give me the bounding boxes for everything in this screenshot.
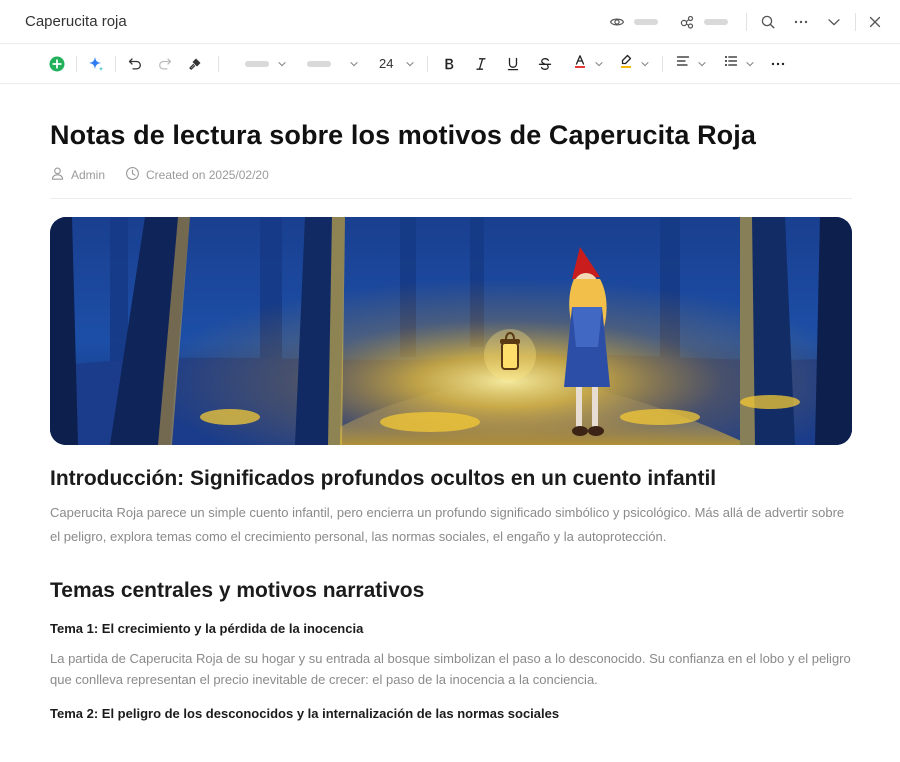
redo-button[interactable] bbox=[152, 51, 178, 77]
bold-button[interactable] bbox=[436, 51, 462, 77]
viewers-indicator[interactable] bbox=[606, 11, 658, 33]
theme2-heading[interactable]: Tema 2: El peligro de los desconocidos y… bbox=[50, 706, 852, 721]
share-placeholder bbox=[704, 18, 728, 25]
chevron-down-icon bbox=[745, 59, 755, 69]
highlight-color-dropdown[interactable] bbox=[612, 51, 656, 77]
theme1-heading[interactable]: Tema 1: El crecimiento y la pérdida de l… bbox=[50, 621, 852, 636]
toolbar-divider bbox=[76, 55, 77, 72]
titlebar-divider bbox=[746, 12, 747, 31]
close-icon[interactable] bbox=[864, 11, 886, 33]
toolbar-divider bbox=[115, 55, 116, 72]
share-icon bbox=[676, 11, 698, 33]
intro-paragraph[interactable]: Caperucita Roja parece un simple cuento … bbox=[50, 501, 852, 549]
author-info: Admin bbox=[50, 166, 105, 184]
toolbar-divider bbox=[427, 55, 429, 72]
undo-button[interactable] bbox=[122, 51, 148, 77]
chevron-down-icon bbox=[349, 59, 359, 69]
italic-button[interactable] bbox=[468, 51, 494, 77]
formatting-toolbar: 24 bbox=[0, 44, 900, 84]
toolbar-divider bbox=[662, 55, 664, 72]
more-tools-icon[interactable] bbox=[765, 51, 791, 77]
editor-window: Caperucita roja 24 Notas de lectura sobr… bbox=[0, 0, 900, 762]
themes-heading[interactable]: Temas centrales y motivos narrativos bbox=[50, 579, 852, 603]
clock-icon bbox=[125, 166, 140, 184]
chevron-down-icon[interactable] bbox=[823, 11, 845, 33]
bulleted-list-icon bbox=[723, 53, 739, 74]
font-size-value: 24 bbox=[379, 56, 394, 71]
viewers-placeholder bbox=[634, 18, 658, 25]
list-dropdown[interactable] bbox=[717, 51, 761, 77]
eye-icon bbox=[606, 11, 628, 33]
chevron-down-icon bbox=[640, 59, 650, 69]
ai-assistant-button[interactable] bbox=[83, 51, 109, 77]
font-family-dropdown[interactable] bbox=[301, 51, 365, 77]
insert-button[interactable] bbox=[44, 51, 70, 77]
user-icon bbox=[50, 166, 65, 184]
highlighter-icon bbox=[618, 53, 634, 74]
created-date: Created on 2025/02/20 bbox=[146, 168, 269, 182]
hero-image[interactable] bbox=[50, 217, 852, 445]
titlebar-divider-2 bbox=[855, 12, 856, 31]
chevron-down-icon bbox=[697, 59, 707, 69]
search-icon[interactable] bbox=[757, 11, 779, 33]
more-options-icon[interactable] bbox=[790, 11, 812, 33]
underline-button[interactable] bbox=[500, 51, 526, 77]
font-color-dropdown[interactable] bbox=[566, 51, 610, 77]
chevron-down-icon bbox=[405, 59, 415, 69]
chevron-down-icon bbox=[277, 59, 287, 69]
theme1-paragraph[interactable]: La partida de Caperucita Roja de su hoga… bbox=[50, 648, 852, 690]
font-family-placeholder bbox=[307, 60, 331, 67]
article-meta: Admin Created on 2025/02/20 bbox=[50, 166, 852, 199]
format-painter-button[interactable] bbox=[182, 51, 208, 77]
intro-heading[interactable]: Introducción: Significados profundos ocu… bbox=[50, 467, 852, 491]
author-name: Admin bbox=[71, 168, 106, 182]
document-title[interactable]: Caperucita roja bbox=[25, 13, 606, 30]
share-indicator[interactable] bbox=[676, 11, 728, 33]
created-info: Created on 2025/02/20 bbox=[125, 166, 269, 184]
strikethrough-button[interactable] bbox=[532, 51, 558, 77]
article-title[interactable]: Notas de lectura sobre los motivos de Ca… bbox=[50, 118, 852, 152]
paragraph-style-placeholder bbox=[245, 60, 269, 67]
document-body[interactable]: Notas de lectura sobre los motivos de Ca… bbox=[0, 84, 900, 721]
title-bar: Caperucita roja bbox=[0, 0, 900, 44]
chevron-down-icon bbox=[594, 59, 604, 69]
align-left-icon bbox=[675, 53, 691, 74]
font-size-dropdown[interactable]: 24 bbox=[373, 51, 421, 77]
font-color-icon bbox=[572, 53, 588, 74]
toolbar-divider bbox=[218, 55, 219, 72]
align-dropdown[interactable] bbox=[669, 51, 713, 77]
paragraph-style-dropdown[interactable] bbox=[239, 51, 293, 77]
